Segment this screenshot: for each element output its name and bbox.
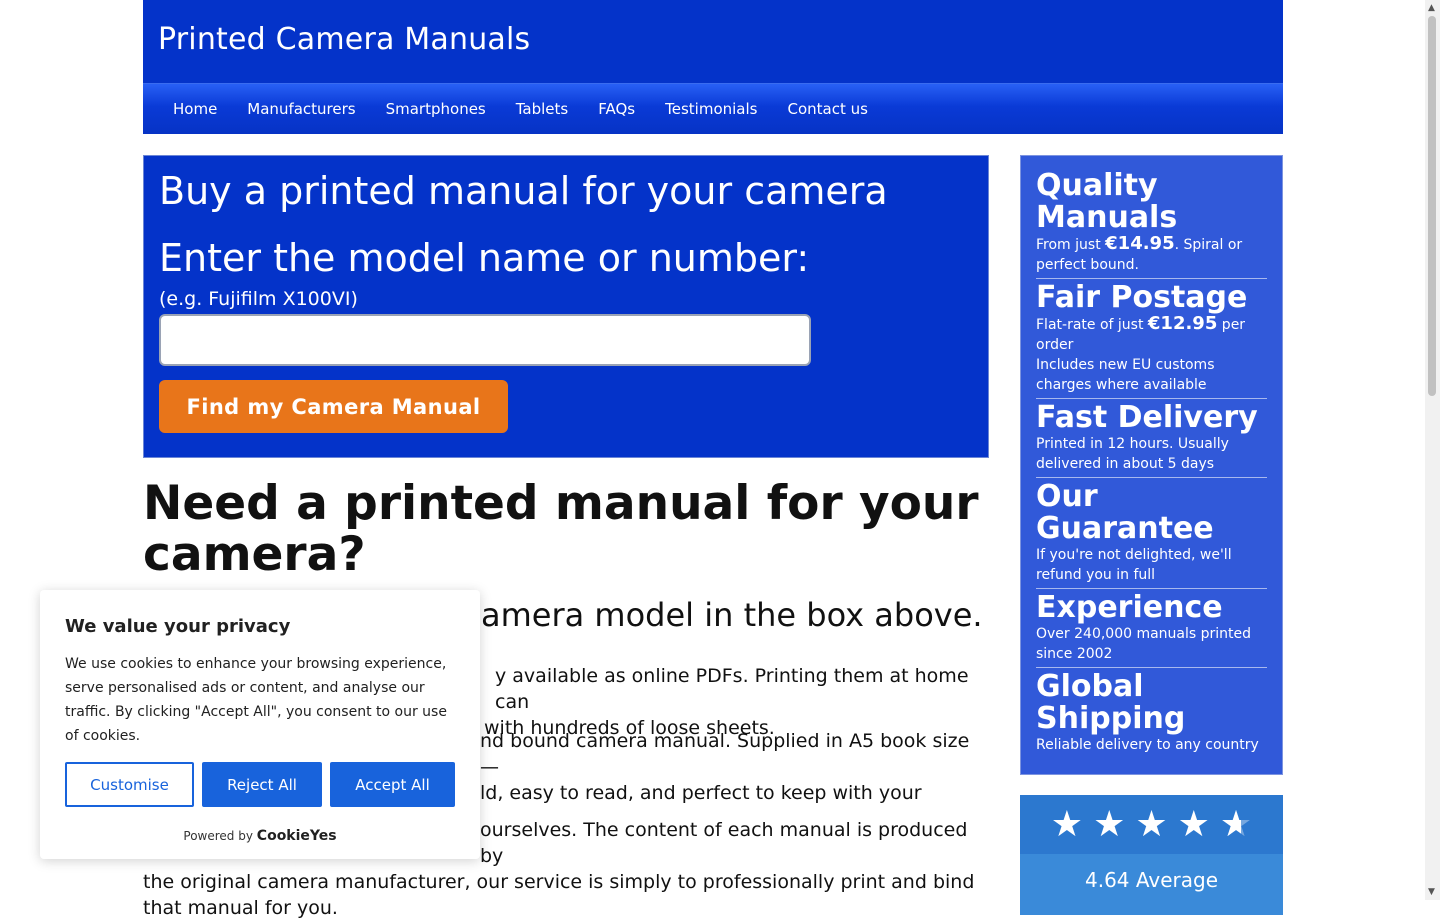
reject-all-button[interactable]: Reject All [202, 762, 322, 807]
feature-text: If you're not delighted, we'll refund yo… [1036, 547, 1232, 583]
half-star-icon: ★ ★ [1219, 804, 1253, 845]
rating-widget[interactable]: ★ ★ ★ ★ ★ ★ 4.64 Average [1020, 795, 1283, 915]
nav-manufacturers[interactable]: Manufacturers [232, 100, 370, 118]
search-panel: Buy a printed manual for your camera Ent… [143, 155, 989, 458]
nav-smartphones[interactable]: Smartphones [371, 100, 501, 118]
site-container: Printed Camera Manuals Home Manufacturer… [143, 0, 1283, 134]
para-line: that manual for you. [143, 897, 338, 919]
star-icon: ★ [1135, 804, 1168, 845]
powered-by-label: Powered by [183, 829, 253, 843]
scroll-up-icon[interactable]: ▲ [1428, 3, 1435, 13]
nav-home[interactable]: Home [158, 100, 232, 118]
feature-shipping: Global Shipping Reliable delivery to any… [1036, 671, 1267, 758]
feature-text: Reliable delivery to any country [1036, 737, 1259, 753]
main-heading: Need a printed manual for your camera? [143, 476, 979, 582]
feature-postage: Fair Postage Flat-rate of just €12.95 pe… [1036, 282, 1267, 399]
feature-quality: Quality Manuals From just €14.95. Spiral… [1036, 170, 1267, 279]
feature-title: Our Guarantee [1036, 479, 1214, 546]
search-label: Enter the model name or number: [159, 236, 810, 280]
feature-title: Experience [1036, 590, 1223, 625]
nav-testimonials[interactable]: Testimonials [650, 100, 772, 118]
scrollbar-thumb[interactable] [1428, 16, 1436, 396]
feature-text: Flat-rate of just €12.95 per order [1036, 314, 1267, 355]
nav-faqs[interactable]: FAQs [583, 100, 650, 118]
feature-title: Fair Postage [1036, 280, 1248, 315]
customise-button[interactable]: Customise [65, 762, 194, 807]
cookie-consent-banner: We value your privacy We use cookies to … [40, 590, 480, 859]
cookie-title: We value your privacy [65, 616, 291, 637]
cookie-body: We use cookies to enhance your browsing … [65, 656, 447, 744]
feature-text: From just €14.95. Spiral or perfect boun… [1036, 234, 1267, 275]
main-nav: Home Manufacturers Smartphones Tablets F… [143, 83, 1283, 134]
feature-title: Fast Delivery [1036, 400, 1258, 435]
star-icon: ★ [1093, 804, 1126, 845]
feature-text-before: From just [1036, 237, 1106, 253]
feature-guarantee: Our Guarantee If you're not delighted, w… [1036, 481, 1267, 589]
feature-experience: Experience Over 240,000 manuals printed … [1036, 592, 1267, 668]
price-manual: €14.95 [1105, 233, 1175, 254]
cookieyes-logo[interactable]: CookieYes [257, 828, 337, 844]
price-postage: €12.95 [1147, 313, 1218, 334]
features-sidebar: Quality Manuals From just €14.95. Spiral… [1020, 155, 1283, 775]
star-rating: ★ ★ ★ ★ ★ ★ [1020, 795, 1283, 854]
feature-text: Over 240,000 manuals printed since 2002 [1036, 626, 1252, 662]
accept-all-button[interactable]: Accept All [330, 762, 455, 807]
search-heading: Buy a printed manual for your camera [159, 169, 888, 213]
search-hint: (e.g. Fujifilm X100VI) [159, 288, 358, 310]
average-rating-label: 4.64 Average [1020, 854, 1283, 915]
feature-title: Quality Manuals [1036, 168, 1178, 235]
feature-text: Printed in 12 hours. Usually delivered i… [1036, 436, 1229, 472]
nav-tablets[interactable]: Tablets [501, 100, 584, 118]
feature-text-before: Flat-rate of just [1036, 317, 1148, 333]
site-title[interactable]: Printed Camera Manuals [158, 22, 530, 57]
feature-extra: Includes new EU customs charges where av… [1036, 357, 1215, 393]
feature-title: Global Shipping [1036, 669, 1186, 736]
powered-by: Powered by CookieYes [40, 828, 480, 844]
model-search-input[interactable] [159, 314, 811, 366]
find-manual-button[interactable]: Find my Camera Manual [159, 380, 508, 433]
nav-contact[interactable]: Contact us [772, 100, 882, 118]
star-icon: ★ [1050, 804, 1084, 845]
star-icon: ★ [1177, 804, 1210, 845]
para-line: the original camera manufacturer, our se… [143, 871, 975, 893]
page-scrollbar[interactable]: ▲ ▼ [1425, 0, 1440, 900]
site-header: Printed Camera Manuals [143, 0, 1283, 83]
scroll-down-icon[interactable]: ▼ [1428, 887, 1435, 897]
feature-delivery: Fast Delivery Printed in 12 hours. Usual… [1036, 402, 1267, 478]
subheading-text: amera model in the box above. [481, 596, 983, 634]
